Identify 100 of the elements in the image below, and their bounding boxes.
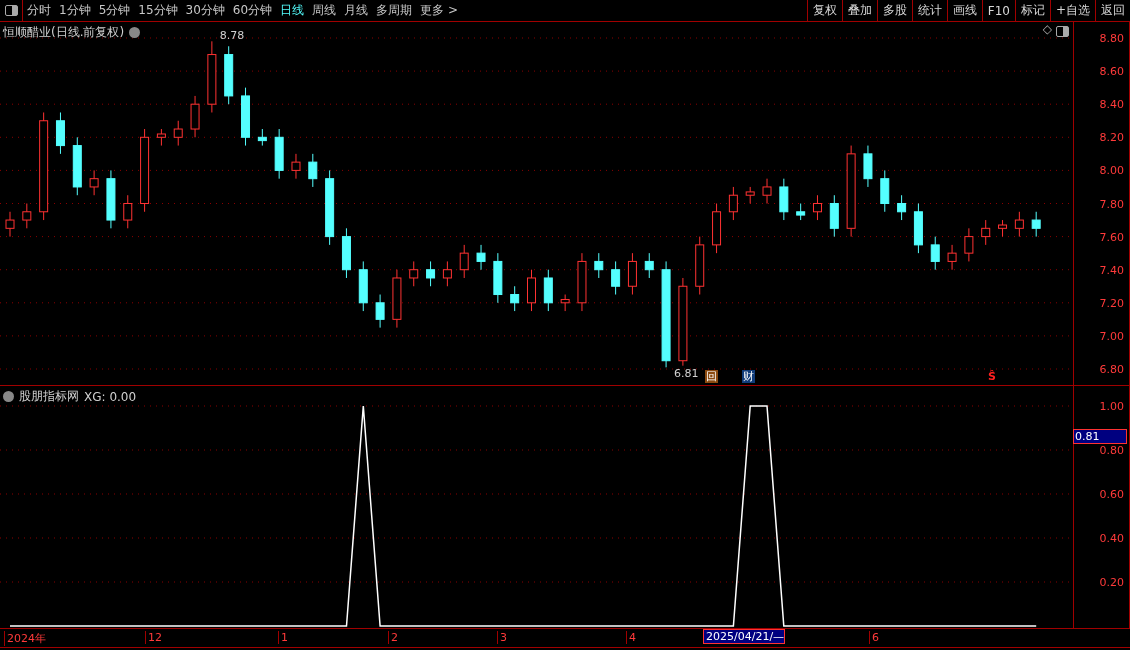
candle — [981, 219, 991, 246]
candle — [897, 194, 907, 221]
period-tab[interactable]: 多周期 — [372, 0, 417, 21]
candle — [728, 186, 738, 221]
price-tick-label: 7.00 — [1099, 329, 1124, 343]
candle — [426, 260, 436, 287]
candle — [510, 285, 520, 312]
candle — [947, 244, 957, 271]
candle — [829, 194, 839, 238]
dropdown-icon[interactable] — [129, 27, 141, 38]
candle — [594, 252, 604, 279]
candle — [527, 269, 536, 312]
price-tick-label: 8.20 — [1099, 131, 1124, 145]
indicator-tick-label: 1.00 — [1099, 400, 1124, 413]
candle — [156, 128, 166, 147]
candle — [224, 45, 234, 105]
period-tab[interactable]: 更多 > — [416, 0, 462, 21]
candle — [55, 111, 65, 155]
price-tick-label: 7.60 — [1099, 230, 1124, 244]
event-marker[interactable]: Ŝ — [987, 370, 997, 383]
candle — [493, 252, 503, 304]
candle — [89, 169, 99, 196]
candle — [543, 269, 553, 312]
toolbar-button[interactable]: F10 — [981, 0, 1015, 21]
diamond-icon[interactable]: ◇ — [1042, 22, 1052, 36]
event-marker[interactable]: 回 — [705, 370, 718, 383]
candle — [627, 252, 637, 295]
candle — [442, 260, 452, 287]
candle — [813, 194, 822, 221]
toolbar-button[interactable]: 返回 — [1095, 0, 1130, 21]
date-axis-label: 2 — [388, 631, 398, 644]
toolbar-button[interactable]: 画线 — [946, 0, 982, 21]
low-price-label: 6.81 — [674, 367, 699, 381]
candle — [762, 178, 772, 204]
layout-toggle-icon[interactable] — [1054, 24, 1070, 38]
candle — [291, 153, 301, 180]
dropdown-icon[interactable] — [3, 391, 14, 402]
toolbar-button[interactable]: 复权 — [806, 0, 842, 21]
candle — [375, 294, 385, 329]
candle — [274, 128, 284, 180]
indicator-tick-label: 0.20 — [1099, 576, 1124, 589]
candle — [459, 244, 469, 279]
indicator-title: 股朋指标网 — [19, 388, 79, 405]
period-tab[interactable]: 15分钟 — [134, 0, 182, 21]
period-tab[interactable]: 分时 — [23, 0, 55, 21]
candle — [392, 269, 402, 329]
candle — [930, 236, 940, 271]
period-tab[interactable]: 周线 — [308, 0, 341, 21]
candle — [257, 128, 267, 147]
period-tab[interactable]: 30分钟 — [181, 0, 229, 21]
candle — [863, 145, 873, 188]
candle — [1031, 211, 1041, 238]
candle — [5, 211, 15, 238]
period-tab[interactable]: 月线 — [340, 0, 373, 21]
price-tick-label: 7.80 — [1099, 197, 1124, 211]
indicator-tick-label: 0.40 — [1099, 532, 1124, 545]
candle — [913, 203, 923, 254]
date-axis-label: 12 — [145, 631, 162, 644]
candle — [712, 203, 722, 254]
event-marker[interactable]: 财 — [742, 370, 755, 383]
candle — [190, 95, 200, 138]
indicator-reading: XG: 0.00 — [84, 389, 137, 404]
date-axis-label: 2024年 — [4, 631, 46, 646]
period-tab[interactable]: 日线 — [276, 0, 309, 21]
price-tick-label: 8.00 — [1099, 164, 1124, 178]
toolbar-button[interactable]: 多股 — [876, 0, 912, 21]
candle — [779, 178, 789, 221]
candle — [123, 194, 133, 229]
date-axis-label: 6 — [869, 631, 879, 644]
candle — [1014, 211, 1024, 238]
candle — [644, 252, 654, 279]
period-tab[interactable]: 60分钟 — [228, 0, 277, 21]
candle — [695, 236, 705, 295]
toolbar-button[interactable]: +自选 — [1049, 0, 1095, 21]
candle — [409, 260, 419, 287]
toolbar-button[interactable]: 统计 — [911, 0, 947, 21]
candle — [611, 260, 621, 295]
toolbar-button[interactable]: 叠加 — [841, 0, 877, 21]
date-axis-label: 2025/04/21/— — [703, 629, 786, 644]
candle — [560, 294, 570, 312]
date-axis-label: 4 — [626, 631, 636, 644]
high-price-label: 8.78 — [219, 29, 245, 43]
price-tick-label: 6.80 — [1099, 363, 1124, 376]
chart-title: 恒顺醋业(日线.前复权) — [3, 24, 125, 41]
period-tab[interactable]: 1分钟 — [55, 0, 95, 21]
price-tick-label: 7.20 — [1099, 296, 1124, 310]
candle — [577, 252, 587, 312]
candle — [796, 203, 806, 221]
candle — [998, 219, 1008, 238]
candle — [358, 260, 368, 312]
candle — [241, 87, 250, 147]
price-tick-label: 7.40 — [1099, 263, 1124, 277]
candle — [341, 227, 351, 279]
indicator-tick-label: 0.80 — [1099, 444, 1124, 457]
candle — [745, 186, 755, 204]
period-tab[interactable]: 5分钟 — [94, 0, 135, 21]
candle — [106, 169, 116, 229]
candle — [308, 153, 318, 188]
price-tick-label: 8.80 — [1099, 32, 1124, 45]
toolbar-button[interactable]: 标记 — [1014, 0, 1050, 21]
